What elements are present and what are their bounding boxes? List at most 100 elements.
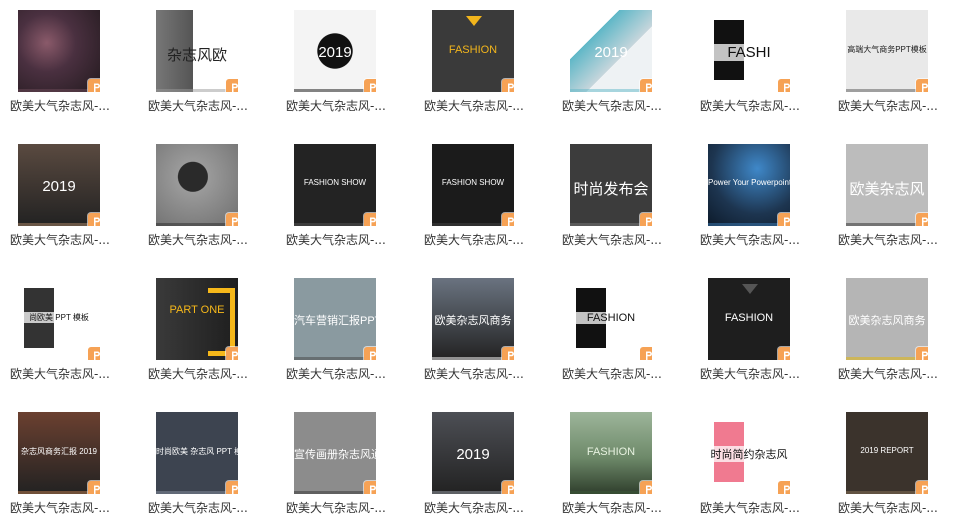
template-caption[interactable]: 欧美大气杂志风-... (286, 233, 398, 247)
ppt-file-icon (502, 213, 514, 226)
ppt-file-icon (88, 213, 100, 226)
template-item[interactable]: 欧美大气杂志风-... (10, 10, 120, 130)
template-caption[interactable]: 欧美大气杂志风-... (148, 367, 260, 381)
thumbnail-title: FASHION SHOW (441, 178, 505, 187)
template-thumbnail[interactable]: 欧美杂志风商务 (846, 278, 928, 360)
template-caption[interactable]: 欧美大气杂志风-... (562, 233, 674, 247)
thumbnail-title: 汽车营销汇报PPT (294, 315, 376, 327)
template-item[interactable]: 时尚欧美 杂志风 PPT 模板欧美大气杂志风-... (148, 412, 258, 532)
template-item[interactable]: 宣传画册杂志风通用欧美大气杂志风-... (286, 412, 396, 532)
thumbnail-title: Power Your Powerpoint (708, 178, 790, 187)
template-caption[interactable]: 欧美大气杂志风-... (562, 99, 674, 113)
template-caption[interactable]: 欧美大气杂志风-... (838, 501, 950, 515)
template-item[interactable]: 时尚简约杂志风欧美大气杂志风-... (700, 412, 810, 532)
template-thumbnail[interactable]: FASHION SHOW (432, 144, 514, 226)
template-caption[interactable]: 欧美大气杂志风-... (424, 99, 536, 113)
template-item[interactable]: FASHION 欧美大气杂志风-... (562, 278, 672, 398)
template-caption[interactable]: 欧美大气杂志风-... (838, 99, 950, 113)
template-caption[interactable]: 欧美大气杂志风-... (148, 501, 260, 515)
template-item[interactable]: Power Your Powerpoint 欧美大气杂志风-... (700, 144, 810, 264)
template-item[interactable]: 欧美杂志风欧美大气杂志风-... (838, 144, 948, 264)
template-thumbnail[interactable]: 2019 (18, 144, 100, 226)
template-caption[interactable]: 欧美大气杂志风-... (838, 367, 950, 381)
template-item[interactable]: FASHION SHOW 欧美大气杂志风-... (424, 144, 534, 264)
template-item[interactable]: 2019 欧美大气杂志风-... (562, 10, 672, 130)
template-thumbnail[interactable]: 欧美杂志风 (846, 144, 928, 226)
template-caption[interactable]: 欧美大气杂志风-... (286, 501, 398, 515)
template-thumbnail[interactable]: 宣传画册杂志风通用 (294, 412, 376, 494)
ppt-file-icon (226, 347, 238, 360)
template-item[interactable]: FASHION 欧美大气杂志风-... (424, 10, 534, 130)
template-caption[interactable]: 欧美大气杂志风-... (562, 367, 674, 381)
template-caption[interactable]: 欧美大气杂志风-... (148, 99, 260, 113)
template-item[interactable]: FASHION 欧美大气杂志风-... (562, 412, 672, 532)
template-item[interactable]: 杂志风欧欧美大气杂志风-... (148, 10, 258, 130)
template-thumbnail[interactable]: FASHION (432, 10, 514, 92)
template-item[interactable]: FASHION 欧美大气杂志风-... (700, 278, 810, 398)
template-caption[interactable]: 欧美大气杂志风-... (10, 233, 122, 247)
thumbnail-title: 高端大气商务PPT模板 (847, 45, 927, 54)
template-item[interactable]: 汽车营销汇报PPT 欧美大气杂志风-... (286, 278, 396, 398)
template-thumbnail[interactable]: 2019 REPORT (846, 412, 928, 494)
template-caption[interactable]: 欧美大气杂志风-... (700, 99, 812, 113)
template-thumbnail[interactable]: 时尚简约杂志风 (708, 412, 790, 494)
ppt-file-icon (778, 79, 790, 92)
template-caption[interactable]: 欧美大气杂志风-... (10, 367, 122, 381)
thumbnail-title: 宣传画册杂志风通用 (294, 449, 376, 461)
thumbnail-title: PART ONE (169, 304, 225, 316)
template-item[interactable]: 2019 REPORT 欧美大气杂志风-... (838, 412, 948, 532)
template-caption[interactable]: 欧美大气杂志风-... (700, 233, 812, 247)
thumbnail-title: FASHION (448, 44, 498, 56)
template-thumbnail[interactable]: 时尚欧美 杂志风 PPT 模板 (156, 412, 238, 494)
template-item[interactable]: 时尚发布会欧美大气杂志风-... (562, 144, 672, 264)
template-thumbnail[interactable] (18, 10, 100, 92)
template-item[interactable]: FASHI 欧美大气杂志风-... (700, 10, 810, 130)
template-item[interactable]: 杂志风商务汇报 2019 欧美大气杂志风-... (10, 412, 120, 532)
template-thumbnail[interactable]: 2019 (570, 10, 652, 92)
template-thumbnail[interactable]: 汽车营销汇报PPT (294, 278, 376, 360)
template-caption[interactable]: 欧美大气杂志风-... (700, 367, 812, 381)
template-thumbnail[interactable]: 高端大气商务PPT模板 (846, 10, 928, 92)
template-item[interactable]: FASHION SHOW 欧美大气杂志风-... (286, 144, 396, 264)
template-thumbnail[interactable]: 2019 (432, 412, 514, 494)
template-thumbnail[interactable]: 杂志风商务汇报 2019 (18, 412, 100, 494)
template-item[interactable]: 欧美杂志风商务欧美大气杂志风-... (838, 278, 948, 398)
template-thumbnail[interactable]: 尚欧美 PPT 模板 (18, 278, 100, 360)
template-caption[interactable]: 欧美大气杂志风-... (286, 367, 398, 381)
template-item[interactable]: 尚欧美 PPT 模板欧美大气杂志风-... (10, 278, 120, 398)
ppt-file-icon (640, 213, 652, 226)
template-caption[interactable]: 欧美大气杂志风-... (838, 233, 950, 247)
thumbnail-title: 2019 REPORT (860, 446, 914, 455)
template-caption[interactable]: 欧美大气杂志风-... (700, 501, 812, 515)
template-thumbnail[interactable] (156, 144, 238, 226)
template-thumbnail[interactable]: FASHION (570, 412, 652, 494)
template-caption[interactable]: 欧美大气杂志风-... (424, 501, 536, 515)
template-caption[interactable]: 欧美大气杂志风-... (424, 367, 536, 381)
template-thumbnail[interactable]: FASHI (708, 10, 790, 92)
template-caption[interactable]: 欧美大气杂志风-... (10, 501, 122, 515)
template-thumbnail[interactable]: 杂志风欧 (156, 10, 238, 92)
thumbnail-decoration (742, 284, 758, 294)
template-caption[interactable]: 欧美大气杂志风-... (148, 233, 260, 247)
template-caption[interactable]: 欧美大气杂志风-... (286, 99, 398, 113)
template-thumbnail[interactable]: 欧美杂志风商务 (432, 278, 514, 360)
template-item[interactable]: 高端大气商务PPT模板欧美大气杂志风-... (838, 10, 948, 130)
template-thumbnail[interactable]: FASHION (570, 278, 652, 360)
template-thumbnail[interactable]: FASHION (708, 278, 790, 360)
template-thumbnail[interactable]: 2019 (294, 10, 376, 92)
template-item[interactable]: 2019 欧美大气杂志风-... (10, 144, 120, 264)
template-item[interactable]: 2019 欧美大气杂志风-... (286, 10, 396, 130)
template-thumbnail[interactable]: Power Your Powerpoint (708, 144, 790, 226)
template-thumbnail[interactable]: 时尚发布会 (570, 144, 652, 226)
template-thumbnail[interactable]: PART ONE (156, 278, 238, 360)
ppt-file-icon (88, 481, 100, 494)
template-item[interactable]: 欧美杂志风商务欧美大气杂志风-... (424, 278, 534, 398)
template-caption[interactable]: 欧美大气杂志风-... (10, 99, 122, 113)
template-thumbnail[interactable]: FASHION SHOW (294, 144, 376, 226)
template-item[interactable]: PART ONE 欧美大气杂志风-... (148, 278, 258, 398)
thumbnail-decoration (466, 16, 482, 26)
template-item[interactable]: 欧美大气杂志风-... (148, 144, 258, 264)
template-caption[interactable]: 欧美大气杂志风-... (424, 233, 536, 247)
template-caption[interactable]: 欧美大气杂志风-... (562, 501, 674, 515)
template-item[interactable]: 2019 欧美大气杂志风-... (424, 412, 534, 532)
